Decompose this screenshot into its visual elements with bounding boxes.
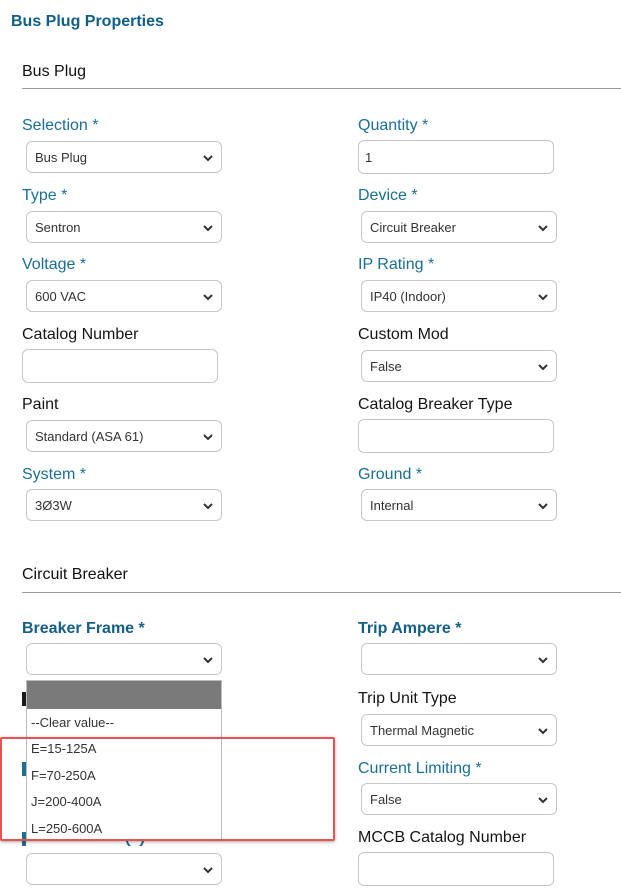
current-limiting-select[interactable]: False: [361, 783, 557, 815]
section-title-circuit-breaker: Circuit Breaker: [22, 566, 128, 583]
system-select[interactable]: 3Ø3W: [26, 489, 222, 521]
section-divider: [22, 88, 621, 89]
trip-unit-type-value: Thermal Magnetic: [370, 722, 475, 738]
ip-rating-label: IP Rating *: [358, 256, 435, 273]
selection-value: Bus Plug: [35, 149, 88, 165]
chevron-down-icon: [203, 503, 213, 510]
highlight-annotation-box: [0, 737, 335, 841]
type-value: Sentron: [35, 219, 81, 235]
ground-select[interactable]: Internal: [361, 489, 557, 521]
type-label: Type *: [22, 187, 68, 204]
chevron-down-icon: [538, 728, 548, 735]
catalog-number-label: Catalog Number: [22, 326, 139, 343]
ip-rating-value: IP40 (Indoor): [370, 288, 446, 304]
quantity-value: 1: [365, 149, 373, 165]
current-limiting-value: False: [370, 791, 402, 807]
chevron-down-icon: [203, 155, 213, 162]
breaker-frame-label: Breaker Frame *: [22, 620, 145, 637]
catalog-number-input[interactable]: [22, 349, 218, 383]
chevron-down-icon: [203, 434, 213, 441]
voltage-label: Voltage *: [22, 256, 87, 273]
chevron-down-icon: [538, 225, 548, 232]
chevron-down-icon: [538, 364, 548, 371]
chevron-down-icon: [203, 225, 213, 232]
chevron-down-icon: [538, 657, 548, 664]
selection-label: Selection *: [22, 117, 99, 134]
mccb-catalog-number-input[interactable]: [358, 852, 554, 886]
paint-value: Standard (ASA 61): [35, 428, 144, 444]
device-label: Device *: [358, 187, 418, 204]
current-limiting-label: Current Limiting *: [358, 760, 482, 777]
ground-value: Internal: [370, 497, 414, 513]
ground-label: Ground *: [358, 466, 423, 483]
paint-select[interactable]: Standard (ASA 61): [26, 420, 222, 452]
catalog-breaker-type-input[interactable]: [358, 419, 554, 453]
trip-unit-type-label: Trip Unit Type: [358, 690, 457, 707]
trip-ampere-label: Trip Ampere *: [358, 620, 462, 637]
mccb-catalog-number-label: MCCB Catalog Number: [358, 829, 527, 846]
paint-label: Paint: [22, 396, 59, 413]
dropdown-search-header[interactable]: [27, 681, 221, 709]
trip-ampere-select[interactable]: [361, 643, 557, 675]
custom-mod-select[interactable]: False: [361, 350, 557, 382]
custom-mod-label: Custom Mod: [358, 326, 449, 343]
catalog-breaker-type-label: Catalog Breaker Type: [358, 396, 513, 413]
system-value: 3Ø3W: [35, 497, 72, 513]
page-title: Bus Plug Properties: [11, 13, 164, 30]
dropdown-option-clear[interactable]: --Clear value--: [27, 709, 221, 736]
device-select[interactable]: Circuit Breaker: [361, 211, 557, 243]
type-select[interactable]: Sentron: [26, 211, 222, 243]
chevron-down-icon: [538, 797, 548, 804]
chevron-down-icon: [538, 294, 548, 301]
ip-rating-select[interactable]: IP40 (Indoor): [361, 280, 557, 312]
section-title-bus-plug: Bus Plug: [22, 63, 87, 80]
quantity-label: Quantity *: [358, 117, 429, 134]
voltage-select[interactable]: 600 VAC: [26, 280, 222, 312]
breaker-frame-select[interactable]: [26, 643, 222, 675]
selection-select[interactable]: Bus Plug: [26, 141, 222, 173]
custom-mod-value: False: [370, 358, 402, 374]
chevron-down-icon: [203, 867, 213, 874]
chevron-down-icon: [203, 294, 213, 301]
device-value: Circuit Breaker: [370, 219, 456, 235]
section-divider: [22, 592, 621, 593]
system-label: System *: [22, 466, 87, 483]
chevron-down-icon: [203, 657, 213, 664]
bottom-left-select[interactable]: [26, 853, 222, 885]
quantity-input[interactable]: 1: [358, 140, 554, 174]
chevron-down-icon: [538, 503, 548, 510]
trip-unit-type-select[interactable]: Thermal Magnetic: [361, 714, 557, 746]
voltage-value: 600 VAC: [35, 288, 87, 304]
